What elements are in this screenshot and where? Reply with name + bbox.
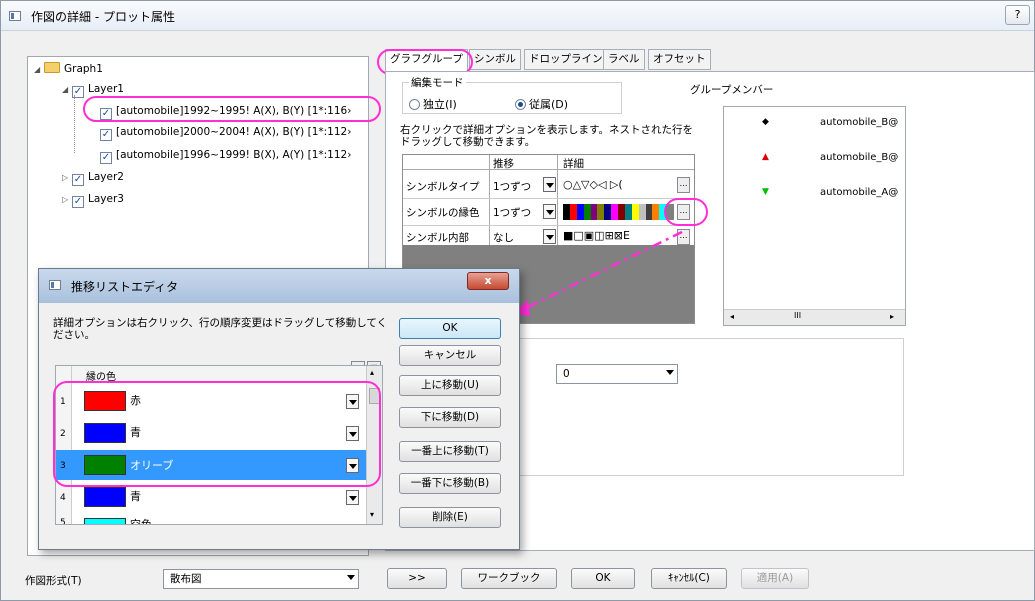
scroll-down-icon[interactable]: ▾ xyxy=(370,510,374,519)
move-bottom-button[interactable]: 一番下に移動(B) xyxy=(399,473,501,494)
color-dropdown[interactable] xyxy=(346,490,359,505)
color-swatch xyxy=(84,518,126,524)
move-top-button[interactable]: 一番上に移動(T) xyxy=(399,441,501,462)
row-number: 5 xyxy=(60,518,66,525)
increment-list-editor-dialog: 推移リストエディタ x 詳細オプションは右クリック、行の順序変更はドラッグして移… xyxy=(38,268,520,550)
color-name: 青 xyxy=(130,490,141,503)
list-item[interactable]: 5 空色 xyxy=(56,514,366,525)
dialog-icon xyxy=(49,280,61,290)
dialog-title: 推移リストエディタ xyxy=(71,280,179,294)
dialog-ok-button[interactable]: OK xyxy=(399,318,501,339)
highlight-color-rows xyxy=(53,381,381,487)
row-number: 4 xyxy=(60,493,66,503)
color-name: 空色 xyxy=(130,518,152,525)
move-down-button[interactable]: 下に移動(D) xyxy=(399,407,501,428)
dialog-cancel-button[interactable]: キャンセル xyxy=(399,345,501,366)
dialog-instructions: 詳細オプションは右クリック、行の順序変更はドラッグして移動してください。 xyxy=(53,317,388,341)
dialog-title-bar: 推移リストエディタ x xyxy=(39,269,519,303)
delete-button[interactable]: 削除(E) xyxy=(399,507,501,528)
color-swatch xyxy=(84,487,126,507)
move-up-button[interactable]: 上に移動(U) xyxy=(399,375,501,396)
callout-line xyxy=(521,230,683,312)
scroll-up-icon[interactable]: ▴ xyxy=(370,368,374,377)
close-button[interactable]: x xyxy=(467,272,509,290)
